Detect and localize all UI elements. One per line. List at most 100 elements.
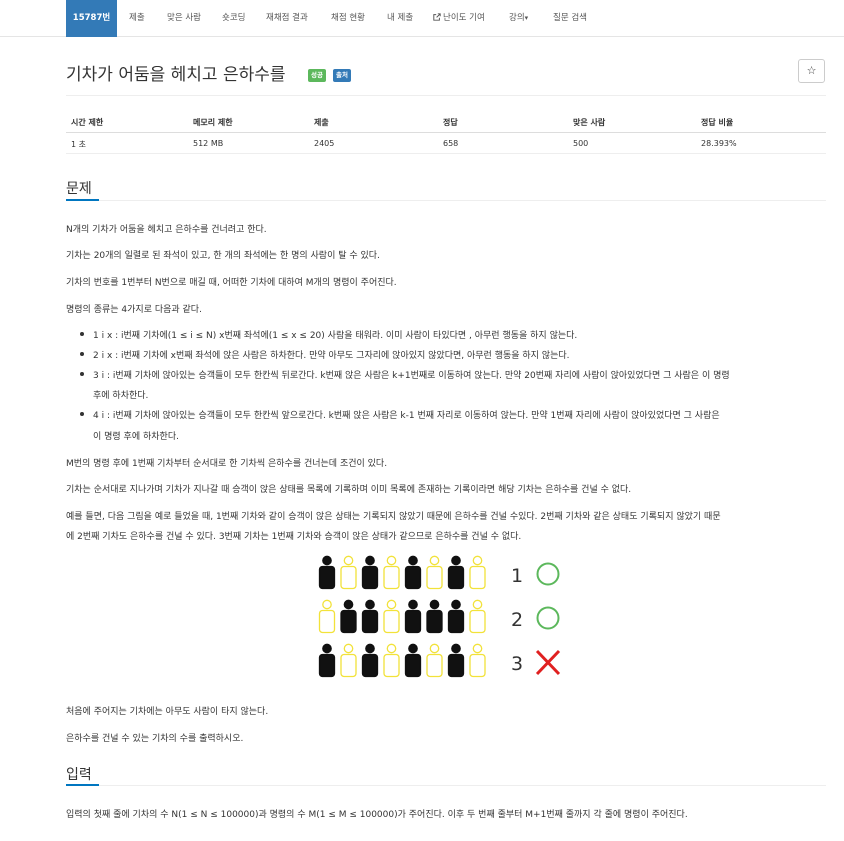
person-body [469, 653, 486, 678]
star-button[interactable]: ☆ [798, 59, 825, 83]
person-head [386, 643, 397, 654]
stats-submissions: 2405 [314, 139, 335, 148]
train-number-label: 3 [511, 653, 523, 675]
person-body [447, 653, 465, 678]
person-body [426, 653, 443, 678]
success-badge[interactable]: 성공 [308, 69, 326, 82]
person-head [429, 643, 440, 654]
person-head [451, 599, 461, 610]
problem-paragraph: M번의 명령 후에 1번째 기차부터 순서대로 한 기차씩 은하수를 건너는데 … [66, 459, 388, 469]
train-row: 2 [318, 599, 560, 634]
seated-passenger-icon [361, 599, 379, 634]
empty-seat-icon [383, 555, 400, 590]
person-head [322, 599, 332, 610]
person-body [404, 609, 422, 634]
train-row: 3 [318, 643, 561, 678]
problem-paragraph: 기차는 순서대로 지나가며 기차가 지나갈 때 승객이 앉은 상태를 목록에 기… [66, 485, 632, 495]
seated-passenger-icon [404, 599, 422, 634]
person-body [318, 653, 336, 678]
empty-seat-icon [469, 643, 486, 678]
stats-header-solvers: 맞은 사람 [573, 118, 606, 127]
section-divider-input [66, 785, 826, 786]
stats-accepted: 658 [443, 139, 459, 148]
empty-seat-icon [426, 555, 443, 590]
stats-header-submissions: 제출 [314, 118, 329, 127]
list-item: 4 i : i번째 기차에 앉아있는 승객들이 모두 한칸씩 앞으로간다. k번… [93, 411, 720, 421]
person-head [451, 643, 461, 654]
person-body [469, 609, 486, 634]
nav-difficulty-label: 난이도 기여 [443, 13, 485, 23]
stats-header-time-limit: 시간 제한 [71, 118, 104, 127]
person-head [365, 555, 375, 566]
person-head [472, 643, 483, 654]
empty-seat-icon [340, 643, 357, 678]
nav-my-submissions[interactable]: 내 제출 [387, 0, 413, 37]
list-bullet [80, 332, 84, 336]
problem-paragraph: 은하수를 건널 수 있는 기차의 수를 출력하시오. [66, 734, 244, 744]
nav-lectures-dropdown[interactable]: 강의▾ [509, 0, 528, 37]
person-head [386, 599, 397, 610]
person-head [343, 599, 354, 610]
seated-passenger-icon [361, 555, 379, 590]
list-item-continuation: 이 명령 후에 하차한다. [93, 432, 179, 442]
person-head [429, 599, 440, 610]
nav-difficulty-contribution[interactable]: 난이도 기여 [433, 0, 485, 37]
person-body [447, 609, 465, 634]
nav-rejudge-results[interactable]: 재채점 결과 [266, 0, 308, 37]
person-head [343, 555, 354, 566]
person-body [426, 565, 443, 590]
seated-passenger-icon [340, 599, 357, 634]
nav-problem-number[interactable]: 15787번 [66, 0, 117, 37]
person-body [340, 653, 357, 678]
nav-judge-status[interactable]: 채점 현황 [331, 0, 365, 37]
stats-time-limit: 1 초 [71, 140, 86, 149]
problem-paragraph: 기차의 번호를 1번부터 N번으로 매길 때, 어떠한 기차에 대하여 M개의 … [66, 278, 397, 288]
person-body [361, 609, 379, 634]
empty-seat-icon [318, 599, 336, 634]
person-body [404, 653, 422, 678]
person-head [408, 599, 418, 610]
empty-seat-icon [340, 555, 357, 590]
nav-question-search[interactable]: 질문 검색 [553, 0, 587, 37]
top-navbar: 15787번 제출 맞은 사람 숏코딩 재채점 결과 채점 현황 내 제출 난이… [0, 0, 844, 37]
problem-paragraph: 기차는 20개의 일렬로 된 좌석이 있고, 한 개의 좌석에는 한 명의 사람… [66, 251, 380, 261]
nav-correct-users[interactable]: 맞은 사람 [167, 0, 201, 37]
pass-circle-icon [536, 606, 560, 630]
person-body [340, 609, 357, 634]
empty-seat-icon [383, 643, 400, 678]
empty-seat-icon [383, 599, 400, 634]
person-head [365, 643, 375, 654]
seated-passenger-icon [426, 599, 443, 634]
empty-seat-icon [469, 599, 486, 634]
list-item-continuation: 후에 하차한다. [93, 391, 149, 401]
problem-paragraph: 예를 들면, 다음 그림을 예로 들었을 때, 1번째 기차와 같이 승객이 앉… [66, 512, 721, 522]
person-head [322, 643, 332, 654]
list-item: 1 i x : i번째 기차에(1 ≤ i ≤ N) x번째 좌석에(1 ≤ x… [93, 331, 578, 341]
person-head [451, 555, 461, 566]
empty-seat-icon [426, 643, 443, 678]
person-body [447, 565, 465, 590]
train-number-label: 1 [511, 565, 523, 587]
train-row: 1 [318, 555, 560, 590]
person-head [472, 555, 483, 566]
person-body [469, 565, 486, 590]
list-bullet [80, 372, 84, 376]
section-title-problem: 문제 [66, 181, 92, 197]
stats-header-accepted: 정답 [443, 118, 458, 127]
seated-passenger-icon [318, 555, 336, 590]
problem-paragraph: 명령의 종류는 4가지로 다음과 같다. [66, 305, 202, 315]
person-body [361, 653, 379, 678]
section-accent-problem [66, 199, 99, 201]
source-badge[interactable]: 출처 [333, 69, 351, 82]
nav-submit[interactable]: 제출 [129, 0, 145, 37]
stats-header-ratio: 정답 비율 [701, 118, 734, 127]
person-head [472, 599, 483, 610]
problem-paragraph: 처음에 주어지는 기차에는 아무도 사람이 타지 않는다. [66, 707, 269, 717]
empty-seat-icon [469, 555, 486, 590]
person-body [340, 565, 357, 590]
problem-title: 기차가 어둠을 헤치고 은하수를 [66, 65, 286, 85]
person-body [426, 609, 443, 634]
section-title-input: 입력 [66, 767, 92, 783]
nav-short-coding[interactable]: 숏코딩 [222, 0, 245, 37]
list-item: 3 i : i번째 기차에 앉아있는 승객들이 모두 한칸씩 뒤로간다. k번째… [93, 371, 730, 381]
